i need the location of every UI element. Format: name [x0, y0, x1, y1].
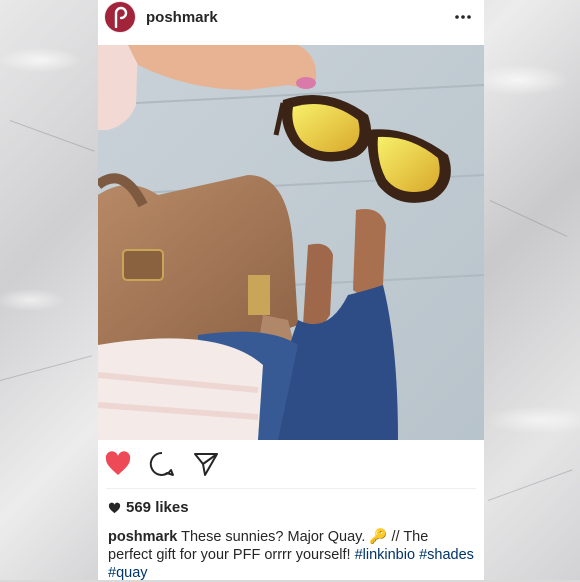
heart-icon[interactable] [104, 450, 132, 478]
heart-small-icon [108, 502, 121, 513]
post-photo[interactable] [98, 45, 484, 440]
instagram-post: poshmark 569 likes poshmark These sunnie… [98, 0, 484, 582]
photo-illustration [98, 45, 484, 440]
hashtag[interactable]: #quay [108, 565, 148, 581]
post-header: poshmark [98, 0, 484, 40]
likes-label: 569 likes [126, 499, 189, 516]
poshmark-logo [114, 6, 128, 28]
post-caption: poshmark These sunnies? Major Quay. 🔑 //… [108, 528, 474, 582]
caption-username[interactable]: poshmark [108, 529, 177, 545]
divider [106, 488, 476, 489]
likes-count[interactable]: 569 likes [108, 499, 189, 516]
more-dots-icon[interactable] [454, 13, 472, 21]
hashtag[interactable]: #shades [419, 547, 474, 563]
hashtag[interactable]: #linkinbio [355, 547, 415, 563]
post-actions [98, 450, 484, 480]
avatar[interactable] [104, 1, 136, 33]
post-username[interactable]: poshmark [146, 9, 218, 26]
comment-icon[interactable] [148, 450, 176, 478]
share-icon[interactable] [192, 450, 220, 478]
